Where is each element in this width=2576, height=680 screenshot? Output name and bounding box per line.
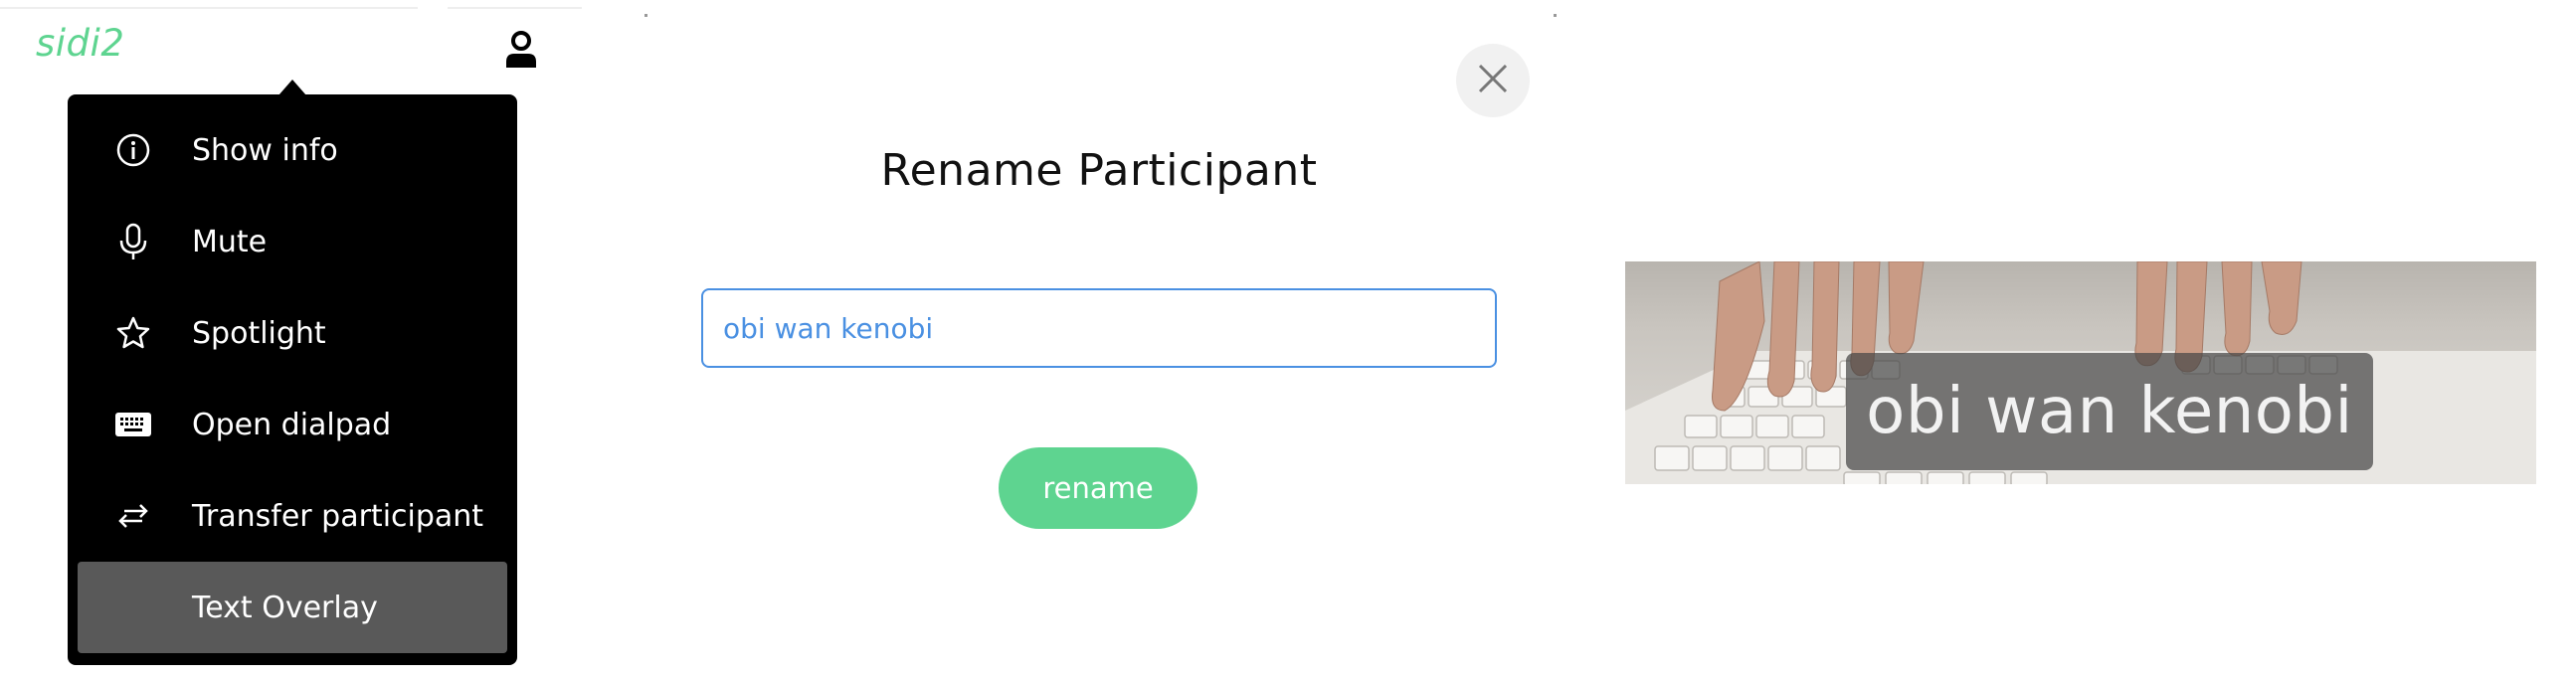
transfer-icon	[113, 496, 153, 536]
overlay-text: obi wan kenobi	[1866, 375, 2353, 448]
menu-item-open-dialpad[interactable]: Open dialpad	[78, 379, 507, 470]
menu-item-label: Transfer participant	[192, 498, 484, 534]
menu-item-label: Mute	[192, 224, 268, 259]
menu-item-text-overlay[interactable]: Text Overlay	[78, 562, 507, 653]
menu-caret	[278, 80, 306, 95]
participant-name: sidi2	[36, 22, 125, 65]
close-button[interactable]	[1456, 44, 1530, 117]
menu-item-label: Spotlight	[192, 315, 326, 351]
star-icon	[113, 313, 153, 353]
menu-item-spotlight[interactable]: Spotlight	[78, 287, 507, 379]
menu-item-mute[interactable]: Mute	[78, 196, 507, 287]
menu-item-label: Text Overlay	[192, 590, 378, 625]
microphone-icon	[113, 222, 153, 261]
menu-item-label: Show info	[192, 132, 338, 168]
keyboard-icon	[113, 405, 153, 444]
divider	[448, 7, 582, 9]
user-icon[interactable]	[503, 30, 539, 70]
dialog-corner-mark	[644, 14, 647, 17]
screenshot-stage: sidi2 Show info Mute Spotlight Open dial…	[0, 0, 2576, 680]
close-icon	[1477, 63, 1509, 98]
rename-button[interactable]: rename	[999, 447, 1197, 529]
divider	[0, 7, 418, 9]
menu-item-transfer-participant[interactable]: Transfer participant	[78, 470, 507, 562]
text-overlay: obi wan kenobi	[1846, 353, 2373, 470]
participant-context-menu: Show info Mute Spotlight Open dialpad Tr…	[68, 94, 517, 665]
dialog-title: Rename Participant	[880, 145, 1318, 196]
participant-name-input[interactable]	[701, 288, 1497, 368]
info-icon	[113, 130, 153, 170]
participant-video-tile: obi wan kenobi	[1625, 261, 2536, 484]
menu-item-label: Open dialpad	[192, 407, 392, 442]
dialog-corner-mark	[1554, 14, 1557, 17]
menu-item-show-info[interactable]: Show info	[78, 104, 507, 196]
